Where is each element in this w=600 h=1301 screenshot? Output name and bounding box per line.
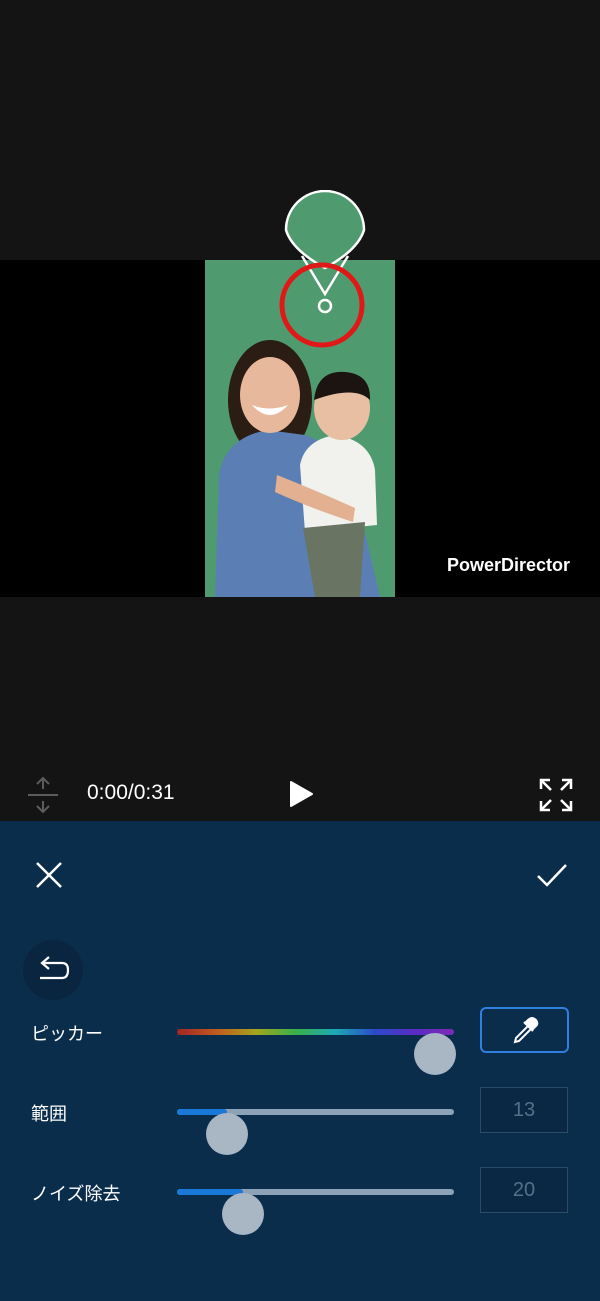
highlight-ring xyxy=(279,262,365,348)
picker-label: ピッカー xyxy=(31,1024,103,1045)
undo-button[interactable] xyxy=(23,940,83,1000)
preview-area: PowerDirector 0:00/0:31 xyxy=(0,0,600,820)
play-icon[interactable] xyxy=(286,779,316,809)
picker-row: ピッカー xyxy=(0,1007,600,1075)
noise-slider-thumb[interactable] xyxy=(222,1193,265,1235)
range-slider[interactable] xyxy=(177,1109,454,1155)
noise-row: ノイズ除去 20 xyxy=(0,1167,600,1235)
chroma-key-panel: ピッカー 範囲 13 ノイズ除去 20 xyxy=(0,821,600,1301)
range-label: 範囲 xyxy=(31,1104,67,1125)
watermark: PowerDirector xyxy=(446,555,570,575)
timecode: 0:00/0:31 xyxy=(87,781,175,804)
close-icon[interactable] xyxy=(33,859,65,891)
picker-slider-thumb[interactable] xyxy=(413,1033,456,1075)
noise-slider[interactable] xyxy=(177,1189,454,1235)
range-slider-thumb[interactable] xyxy=(205,1113,248,1155)
range-value[interactable]: 13 xyxy=(480,1087,568,1133)
noise-value[interactable]: 20 xyxy=(480,1167,568,1213)
range-row: 範囲 13 xyxy=(0,1087,600,1155)
eyedropper-button[interactable] xyxy=(480,1007,569,1053)
playback-controls: 0:00/0:31 xyxy=(0,765,600,821)
eyedropper-icon xyxy=(513,1017,538,1044)
picker-hue-slider[interactable] xyxy=(177,1029,456,1075)
noise-label: ノイズ除去 xyxy=(31,1184,121,1205)
split-vertical-icon[interactable] xyxy=(26,775,60,815)
fullscreen-icon[interactable] xyxy=(538,777,574,813)
check-icon[interactable] xyxy=(535,859,569,891)
undo-icon xyxy=(40,956,70,980)
